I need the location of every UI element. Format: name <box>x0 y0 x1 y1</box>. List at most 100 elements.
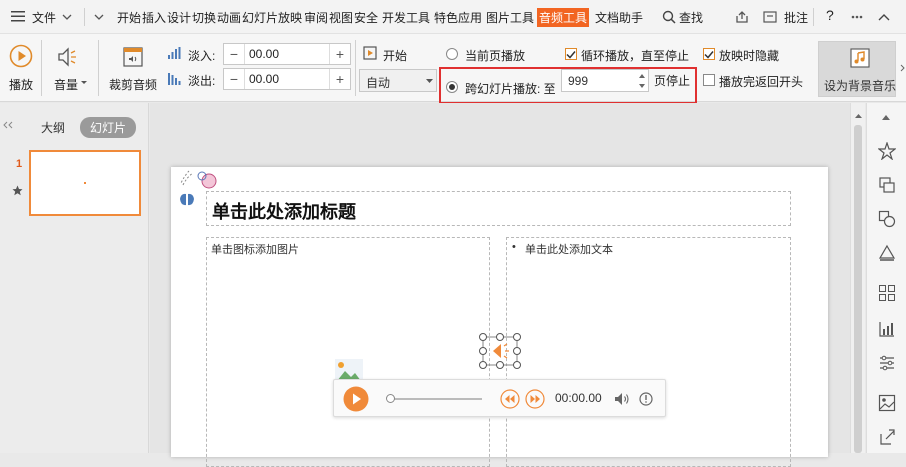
cross-slide-stepper[interactable]: 999 <box>561 69 649 92</box>
slide-transition-icon[interactable] <box>877 175 897 195</box>
hide-label[interactable]: 放映时隐藏 <box>719 47 779 64</box>
tab-features[interactable]: 特色应用 <box>434 9 482 26</box>
tab-audio-tools[interactable]: 音频工具 <box>537 8 590 27</box>
right-placeholder-text: 单击此处添加文本 <box>525 244 613 256</box>
ribbon-scroll-right-icon[interactable] <box>898 62 906 74</box>
progress-thumb[interactable] <box>386 394 395 403</box>
tab-slideshow[interactable]: 幻灯片放映 <box>242 9 302 26</box>
quick-access-dropdown-icon[interactable] <box>92 10 106 24</box>
chevron-down-icon[interactable] <box>80 79 88 87</box>
cross-slide-label[interactable]: 跨幻灯片播放: 至 <box>465 80 556 97</box>
fade-out-icon <box>166 71 182 87</box>
fill-icon[interactable] <box>877 243 897 263</box>
comment-label[interactable]: 批注 <box>784 9 808 26</box>
hamburger-icon[interactable] <box>10 8 26 24</box>
start-icon <box>362 45 378 61</box>
slide-thumbnail[interactable] <box>29 150 141 216</box>
loop-label[interactable]: 循环播放，直至停止 <box>581 47 689 64</box>
plus-icon[interactable]: + <box>330 44 350 64</box>
trim-audio-button[interactable]: 裁剪音频 <box>109 76 157 93</box>
current-page-label[interactable]: 当前页播放 <box>465 47 525 64</box>
plus-icon[interactable]: + <box>330 69 350 89</box>
audio-object[interactable] <box>479 333 521 369</box>
tab-picture-tools[interactable]: 图片工具 <box>486 9 534 26</box>
fade-in-label: 淡入: <box>188 49 216 63</box>
hide-checkbox[interactable] <box>703 48 715 60</box>
fade-in-input[interactable]: 00.00 <box>244 44 330 64</box>
set-bg-music-button[interactable]: 设为背景音乐 <box>818 41 896 97</box>
volume-icon[interactable] <box>55 44 81 70</box>
tab-review[interactable]: 审阅 <box>304 9 328 26</box>
collapse-ribbon-icon[interactable] <box>876 10 892 24</box>
collapse-panel-icon[interactable] <box>2 119 14 131</box>
title-placeholder[interactable]: 单击此处添加标题 <box>206 191 791 226</box>
help-icon[interactable]: ? <box>826 7 834 23</box>
info-icon[interactable] <box>637 390 655 408</box>
export-icon[interactable] <box>877 427 897 447</box>
scroll-thumb[interactable] <box>854 125 862 453</box>
shapes-icon[interactable] <box>877 209 897 229</box>
minus-icon[interactable]: − <box>224 44 244 64</box>
volume-button[interactable]: 音量 <box>54 76 78 93</box>
start-select-value: 自动 <box>366 76 391 90</box>
settings-sliders-icon[interactable] <box>877 353 897 373</box>
player-volume-icon[interactable] <box>613 390 631 408</box>
fade-in-stepper[interactable]: − 00.00 + <box>223 43 351 65</box>
tab-outline[interactable]: 大纲 <box>41 119 65 136</box>
minus-icon[interactable]: − <box>224 69 244 89</box>
fade-out-input[interactable]: 00.00 <box>244 69 330 89</box>
slide-animation-star-icon <box>10 183 24 197</box>
loop-checkbox[interactable] <box>565 48 577 60</box>
chevron-down-icon[interactable] <box>60 10 74 24</box>
rewind-checkbox[interactable] <box>703 74 715 86</box>
tab-view[interactable]: 视图 <box>329 9 353 26</box>
audio-player-bar: 00:00.00 <box>333 379 666 417</box>
spin-up-icon[interactable] <box>638 72 646 80</box>
tab-doc-assistant[interactable]: 文档助手 <box>595 9 643 26</box>
right-toolbar <box>866 103 906 453</box>
cross-slide-input[interactable]: 999 <box>568 74 588 88</box>
fast-forward-icon[interactable] <box>525 389 545 409</box>
tab-insert[interactable]: 插入 <box>142 9 166 26</box>
start-select[interactable]: 自动 <box>359 69 437 92</box>
tab-security[interactable]: 安全 <box>354 9 378 26</box>
spin-down-icon[interactable] <box>638 82 646 90</box>
vertical-scrollbar[interactable] <box>850 103 865 453</box>
tab-slides[interactable]: 幻灯片 <box>80 117 137 138</box>
progress-track[interactable] <box>389 398 482 400</box>
tab-design[interactable]: 设计 <box>167 9 191 26</box>
left-content-placeholder[interactable]: 单击图标添加图片 <box>206 237 490 467</box>
search-label[interactable]: 查找 <box>679 9 703 26</box>
left-placeholder-text: 单击图标添加图片 <box>211 244 299 256</box>
current-page-radio[interactable] <box>446 48 458 60</box>
tab-transition[interactable]: 切换 <box>192 9 216 26</box>
search-icon[interactable] <box>661 9 677 25</box>
tab-developer[interactable]: 开发工具 <box>382 9 430 26</box>
cross-slide-radio[interactable] <box>446 81 458 93</box>
comment-icon[interactable] <box>762 9 778 25</box>
right-toolbar-scroll-up-icon[interactable] <box>880 113 892 121</box>
rewind-icon[interactable] <box>500 389 520 409</box>
play-button[interactable]: 播放 <box>9 76 33 93</box>
slide-panel: 大纲 幻灯片 1 <box>0 103 149 453</box>
tab-animation[interactable]: 动画 <box>217 9 241 26</box>
right-content-placeholder[interactable]: • 单击此处添加文本 <box>506 237 791 467</box>
slide[interactable]: 单击此处添加标题 单击图标添加图片 • 单击此处添加文本 00:00.00 <box>171 167 828 467</box>
chart-icon[interactable] <box>877 319 897 339</box>
trim-audio-icon[interactable] <box>120 44 146 70</box>
set-bg-music-label: 设为背景音乐 <box>824 79 897 93</box>
share-icon[interactable] <box>734 9 750 25</box>
more-icon[interactable] <box>850 10 864 24</box>
grid-layout-icon[interactable] <box>877 283 897 303</box>
music-note-icon <box>849 47 871 69</box>
menu-file[interactable]: 文件 <box>32 9 56 26</box>
tab-start[interactable]: 开始 <box>117 9 141 26</box>
rewind-label[interactable]: 播放完返回开头 <box>719 73 803 90</box>
page-stop-label: 页停止 <box>654 74 691 88</box>
player-play-icon[interactable] <box>343 386 369 412</box>
fade-out-stepper[interactable]: − 00.00 + <box>223 68 351 90</box>
animation-star-icon[interactable] <box>877 141 897 161</box>
play-icon[interactable] <box>8 43 34 69</box>
image-icon[interactable] <box>877 393 897 413</box>
scroll-up-icon[interactable] <box>854 113 862 119</box>
